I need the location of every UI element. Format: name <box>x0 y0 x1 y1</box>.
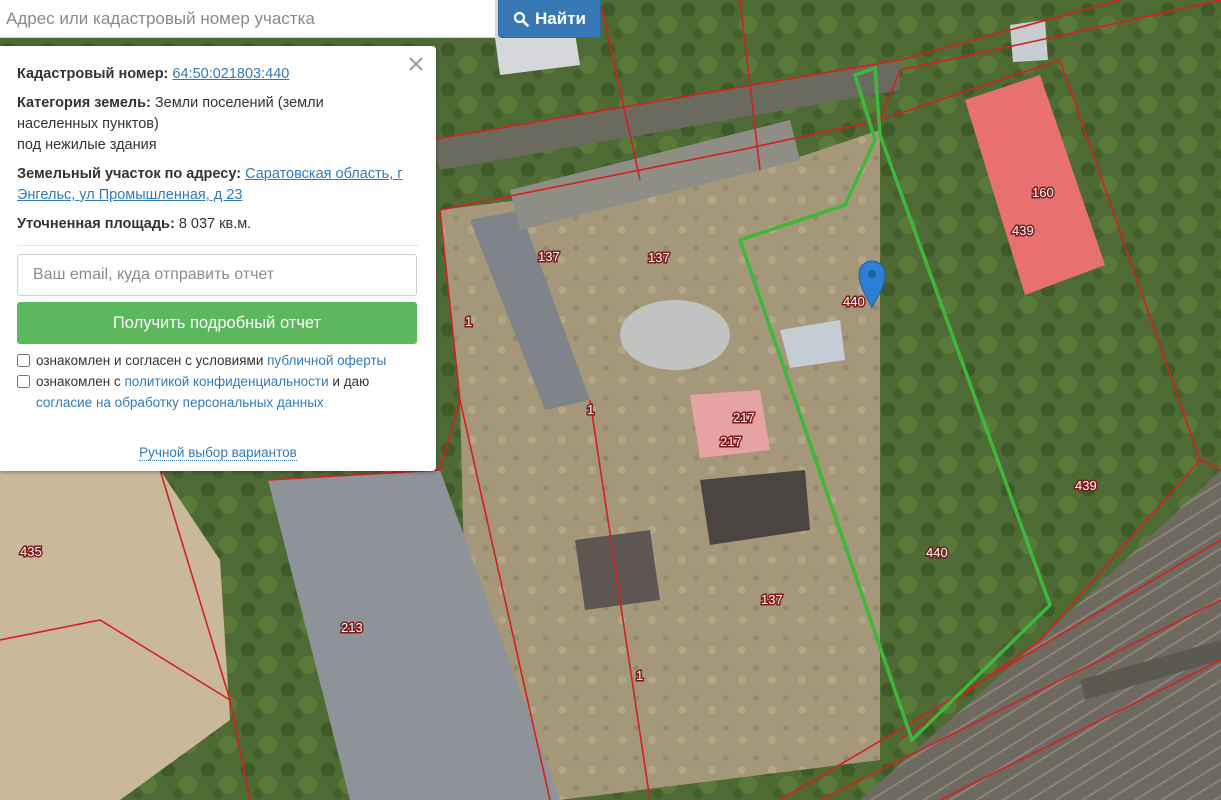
address-row: Земельный участок по адресу: Саратовская… <box>17 164 419 206</box>
parcel-label: 1 <box>636 668 643 683</box>
search-icon <box>513 11 529 27</box>
address-link[interactable]: Энгельс, ул Промышленная, д 23 <box>17 187 242 203</box>
address-label: Земельный участок по адресу: <box>17 166 242 182</box>
offer-agreement-row: ознакомлен и согласен с условиями публич… <box>17 350 419 371</box>
category-label: Категория земель: <box>17 95 151 111</box>
parcel-label: 435 <box>20 544 42 559</box>
building-top-right <box>1010 20 1048 62</box>
cadastral-number-link[interactable]: 64:50:021803:440 <box>172 66 289 82</box>
area-value: 8 037 кв.м. <box>178 216 252 232</box>
category-value: населенных пунктов) <box>17 116 159 132</box>
category-value: под нежилые здания <box>17 137 157 153</box>
manual-selection: Ручной выбор вариантов <box>0 442 436 463</box>
parcel-label: 440 <box>926 545 948 560</box>
privacy-agreement-row: ознакомлен с политикой конфиденциальност… <box>17 371 419 413</box>
address-link[interactable]: Саратовская область, г <box>245 166 402 182</box>
parcel-label: 439 <box>1012 223 1034 238</box>
parcel-label: 217 <box>733 410 755 425</box>
building-small-dark <box>575 530 660 610</box>
close-icon[interactable] <box>406 54 426 74</box>
parcel-label: 137 <box>761 592 783 607</box>
privacy-policy-link[interactable]: политикой конфиденциальности <box>124 374 328 389</box>
public-offer-link[interactable]: публичной оферты <box>267 353 386 368</box>
parcel-label: 1 <box>587 402 594 417</box>
area-row: Уточненная площадь: 8 037 кв.м. <box>17 214 419 235</box>
cadastral-label: Кадастровый номер: <box>17 66 169 82</box>
offer-agreement-checkbox[interactable] <box>17 354 30 367</box>
parcel-label: 213 <box>341 620 363 635</box>
parcel-info-panel: Кадастровый номер: 64:50:021803:440 Кате… <box>0 46 436 471</box>
personal-data-consent-link[interactable]: согласие на обработку персональных данны… <box>36 395 324 410</box>
hangar-roof <box>620 300 730 370</box>
category-row: Категория земель: Земли поселений (земли… <box>17 93 419 156</box>
search-button-label: Найти <box>535 8 586 28</box>
parcel-label: 439 <box>1075 478 1097 493</box>
parcel-label: 160 <box>1032 185 1054 200</box>
parcel-label: 440 <box>843 294 865 309</box>
area-label: Уточненная площадь: <box>17 216 175 232</box>
email-field[interactable] <box>17 254 417 296</box>
search-button[interactable]: Найти <box>498 0 601 38</box>
parcel-label: 137 <box>648 250 670 265</box>
parcel-label: 217 <box>720 434 742 449</box>
category-value: Земли поселений (земли <box>154 95 324 111</box>
offer-agreement-text: ознакомлен и согласен с условиями публич… <box>36 353 387 368</box>
parcel-label: 137 <box>538 249 560 264</box>
divider <box>17 245 419 246</box>
privacy-agreement-text: ознакомлен с политикой конфиденциальност… <box>36 374 370 410</box>
search-input[interactable] <box>0 0 496 38</box>
manual-selection-link[interactable]: Ручной выбор вариантов <box>139 445 297 461</box>
privacy-agreement-checkbox[interactable] <box>17 375 30 388</box>
get-report-button[interactable]: Получить подробный отчет <box>17 302 417 344</box>
parcel-label: 1 <box>465 314 472 329</box>
cadastral-row: Кадастровый номер: 64:50:021803:440 <box>17 64 419 85</box>
